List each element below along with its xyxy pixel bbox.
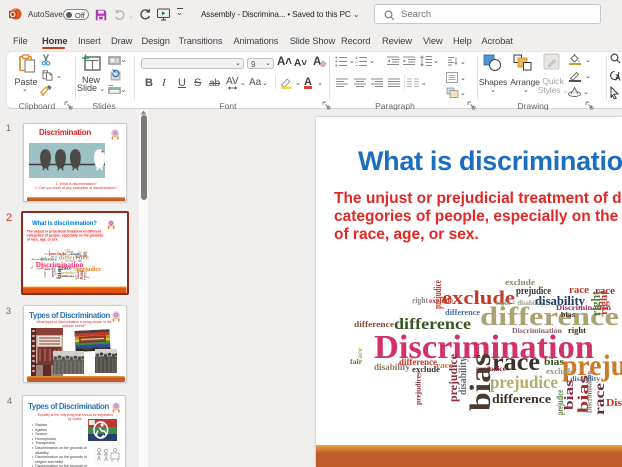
svg-text:difference: difference [354, 320, 395, 329]
svg-text:difference: difference [61, 274, 75, 278]
svg-text:prejudice: prejudice [49, 250, 51, 257]
svg-text:difference: difference [445, 308, 480, 317]
svg-text:right = disability: right = disability [496, 299, 544, 307]
svg-text:disability: disability [36, 269, 44, 271]
svg-text:difference: difference [51, 256, 59, 258]
svg-text:bias: bias [561, 380, 576, 410]
svg-text:prejudice: prejudice [52, 265, 55, 277]
svg-text:prejudices: prejudices [415, 372, 423, 405]
svg-text:difference: difference [492, 391, 551, 406]
svg-text:Discrimination: Discrimination [586, 371, 594, 413]
svg-text:right: right [412, 296, 428, 305]
svg-text:disability: disability [374, 362, 411, 372]
svg-text:exclude: exclude [505, 278, 536, 287]
svg-text:bias: bias [56, 265, 63, 278]
svg-text:right: right [599, 290, 610, 315]
svg-text:race: race [356, 348, 364, 362]
svg-text:race: race [593, 383, 608, 415]
svg-text:right: right [568, 326, 586, 335]
svg-text:difference: difference [31, 259, 40, 261]
svg-text:disability: disability [55, 266, 57, 275]
svg-text:right: right [78, 259, 82, 262]
svg-text:bias: bias [561, 311, 575, 319]
svg-text:prejudice: prejudice [433, 280, 444, 309]
svg-text:bias: bias [76, 257, 80, 259]
svg-text:Dis: Dis [606, 398, 622, 409]
svg-text:Discrimination: Discrimination [66, 260, 77, 262]
svg-text:A: A [615, 74, 621, 82]
svg-text:disability: disability [458, 357, 469, 395]
svg-text:Discrimination: Discrimination [512, 327, 562, 335]
svg-text:exclude: exclude [64, 250, 71, 252]
